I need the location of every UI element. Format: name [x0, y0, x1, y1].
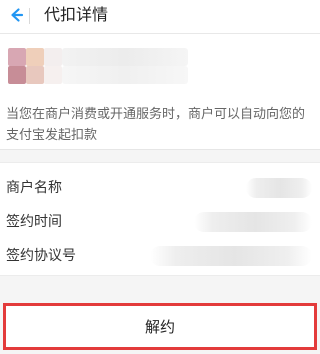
merchant-name-label: 商户名称 [6, 180, 62, 196]
merchant-avatar [26, 66, 44, 84]
info-row-agreement-number: 签约协议号 [0, 239, 320, 273]
sign-time-value-blur [194, 212, 312, 232]
back-button[interactable] [4, 4, 26, 26]
merchant-name-blur [62, 48, 188, 66]
cancel-agreement-button[interactable]: 解约 [3, 303, 317, 350]
sign-time-label: 签约时间 [6, 214, 62, 230]
info-row-merchant-name: 商户名称 [0, 171, 320, 205]
back-arrow-icon [11, 8, 24, 22]
top-bar: 代扣详情 [0, 0, 320, 34]
agreement-info: 商户名称 签约时间 签约协议号 [0, 162, 320, 276]
merchant-avatar [8, 66, 26, 84]
merchant-avatar [44, 66, 62, 84]
agreement-number-value-blur [150, 246, 312, 266]
merchant-area [0, 34, 320, 94]
cancel-agreement-label: 解约 [144, 317, 175, 336]
merchant-name-blur [62, 66, 188, 84]
header-divider [29, 8, 30, 24]
merchant-name-value-blur [246, 178, 312, 198]
section-gap [0, 276, 320, 303]
info-row-sign-time: 签约时间 [0, 205, 320, 239]
deduction-description: 当您在商户消费或开通服务时，商户可以自动向您的支付宝发起扣款 [0, 94, 320, 150]
screen: 代扣详情 当您在商户消费或开通服务时，商户可以自动向您的支付宝发起扣款 商户名称… [0, 0, 320, 354]
merchant-avatar [26, 48, 44, 66]
agreement-number-label: 签约协议号 [6, 248, 76, 264]
page-title: 代扣详情 [44, 5, 109, 24]
merchant-avatar [44, 48, 62, 66]
merchant-avatar [8, 48, 26, 66]
